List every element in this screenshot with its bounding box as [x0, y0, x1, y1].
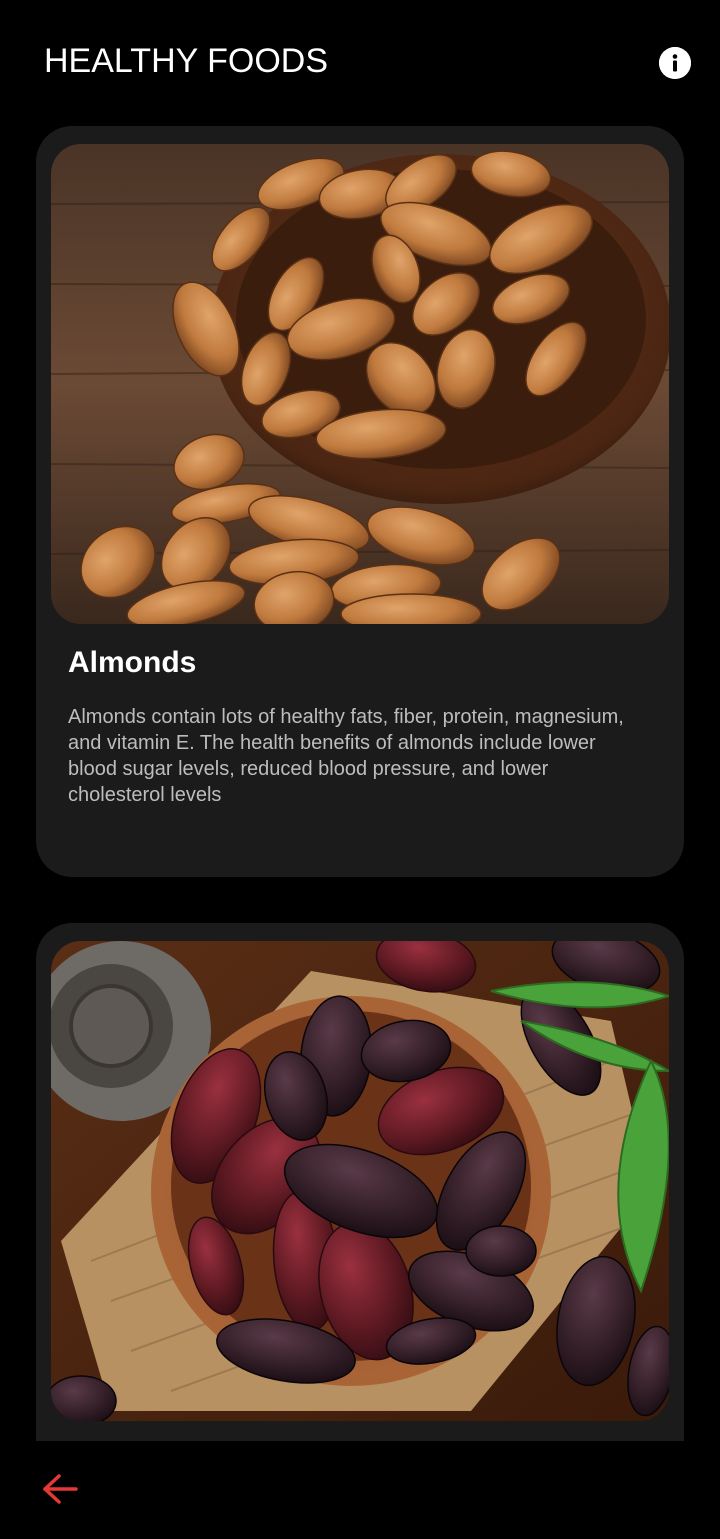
food-description: Almonds contain lots of healthy fats, fi… — [68, 706, 624, 806]
food-title: Almonds — [68, 646, 197, 679]
back-button[interactable] — [38, 1469, 82, 1509]
food-card[interactable] — [36, 923, 684, 1441]
almonds-image — [51, 144, 669, 624]
info-circle-icon — [659, 47, 691, 79]
app-header: HEALTHY FOODS — [0, 0, 720, 125]
page-title: HEALTHY FOODS — [44, 42, 329, 80]
food-feed[interactable]: Almonds Almonds contain lots of healthy … — [0, 125, 720, 1441]
food-card[interactable]: Almonds Almonds contain lots of healthy … — [36, 126, 684, 877]
bottom-navigation-bar — [0, 1441, 720, 1539]
info-button[interactable] — [659, 47, 691, 79]
arrow-left-icon — [43, 1474, 78, 1504]
dates-image — [51, 941, 669, 1421]
